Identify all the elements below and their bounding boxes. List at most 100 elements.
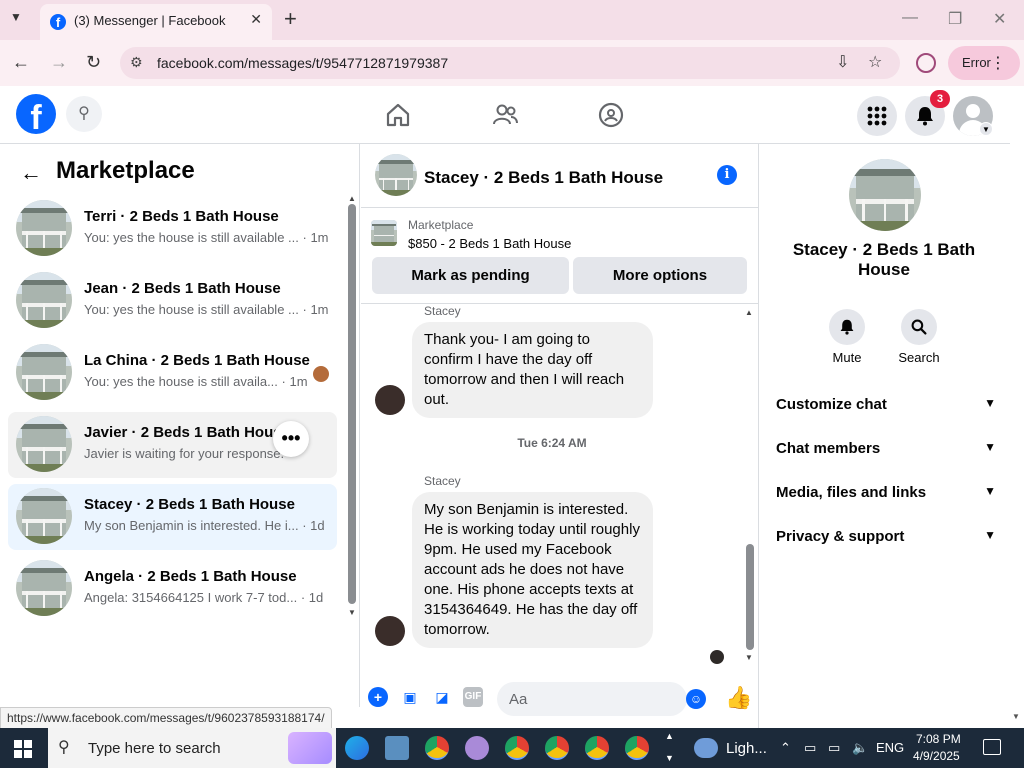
- chat-scroll-up-icon[interactable]: ▲: [745, 308, 753, 317]
- file-explorer-icon[interactable]: [385, 736, 409, 760]
- taskbar-scroll-up-icon[interactable]: ▲: [665, 731, 674, 741]
- minimize-icon[interactable]: —: [902, 9, 918, 27]
- menu-grid-icon[interactable]: [857, 96, 897, 136]
- groups-icon[interactable]: [598, 102, 624, 128]
- house-thumbnail: [16, 200, 72, 256]
- conversation-item[interactable]: Jean · 2 Beds 1 Bath House You: yes the …: [8, 268, 337, 334]
- chat-panel: Stacey · 2 Beds 1 Bath House i Marketpla…: [361, 144, 759, 728]
- new-tab-icon[interactable]: +: [284, 6, 297, 32]
- restore-icon[interactable]: ❐: [948, 9, 962, 29]
- chrome-icon[interactable]: [425, 736, 449, 760]
- error-profile-button[interactable]: Error ⋮: [948, 46, 1020, 80]
- taskbar-scroll-down-icon[interactable]: ▼: [665, 753, 674, 763]
- chat-scrollbar[interactable]: [746, 544, 754, 650]
- chat-scroll-down-icon[interactable]: ▼: [745, 653, 753, 662]
- taskbar-search-box[interactable]: ⚲ Type here to search: [48, 728, 336, 768]
- scroll-down-icon[interactable]: ▼: [348, 608, 356, 617]
- chat-title[interactable]: Stacey · 2 Beds 1 Bath House: [424, 168, 663, 188]
- chrome-profile-icon[interactable]: [585, 736, 609, 760]
- conversation-name: Javier · 2 Beds 1 Bath House: [84, 424, 290, 441]
- info-icon[interactable]: i: [717, 165, 737, 185]
- emoji-icon[interactable]: ☺: [686, 689, 706, 709]
- tab-search-dropdown-icon[interactable]: ▼: [10, 10, 22, 24]
- conversation-list-scrollbar[interactable]: [348, 204, 356, 604]
- sender-avatar[interactable]: [375, 385, 405, 415]
- clock-time[interactable]: 7:08 PM: [916, 732, 961, 746]
- mute-action[interactable]: Mute: [817, 309, 877, 365]
- chat-members-section[interactable]: Chat members ▼: [776, 440, 996, 470]
- chrome-profile-icon[interactable]: [545, 736, 569, 760]
- page-scroll-down-icon[interactable]: ▼: [1012, 712, 1020, 721]
- site-info-icon[interactable]: ⚙: [130, 54, 143, 71]
- chat-house-avatar[interactable]: [375, 154, 417, 196]
- show-hidden-icons-icon[interactable]: ⌃: [780, 740, 791, 756]
- edge-browser-icon[interactable]: [345, 736, 369, 760]
- notification-center-icon[interactable]: [983, 739, 1001, 755]
- network-icon[interactable]: ▭: [828, 740, 840, 756]
- listing-thumbnail[interactable]: [371, 220, 397, 246]
- language-indicator[interactable]: ENG: [876, 740, 904, 755]
- meet-now-icon[interactable]: ▭: [804, 740, 816, 756]
- search-icon[interactable]: [901, 309, 937, 345]
- profile-icon[interactable]: [916, 53, 936, 73]
- message-bubble[interactable]: Thank you- I am going to confirm I have …: [412, 322, 653, 418]
- conversation-snippet: Angela: 3154664125 I work 7-7 tod... · 1…: [84, 590, 324, 605]
- chrome-profile-icon[interactable]: [505, 736, 529, 760]
- back-arrow-icon[interactable]: ←: [20, 160, 42, 186]
- profile-house-avatar[interactable]: [849, 159, 921, 231]
- mark-as-pending-button[interactable]: Mark as pending: [372, 257, 569, 294]
- add-actions-icon[interactable]: +: [368, 687, 388, 707]
- browser-menu-icon[interactable]: ⋮: [990, 53, 1006, 73]
- browser-tab[interactable]: f (3) Messenger | Facebook ✕: [40, 4, 272, 40]
- customize-chat-section[interactable]: Customize chat ▼: [776, 396, 996, 426]
- conversation-item[interactable]: Stacey · 2 Beds 1 Bath House My son Benj…: [8, 484, 337, 550]
- mute-bell-icon[interactable]: [829, 309, 865, 345]
- conversation-item[interactable]: Angela · 2 Beds 1 Bath House Angela: 315…: [8, 556, 337, 622]
- reload-icon[interactable]: ↻: [86, 52, 101, 73]
- conversation-item[interactable]: Javier · 2 Beds 1 Bath House Javier is w…: [8, 412, 337, 478]
- taskbar-search-icon: ⚲: [58, 739, 70, 756]
- scroll-up-icon[interactable]: ▲: [348, 194, 356, 203]
- sender-avatar[interactable]: [375, 616, 405, 646]
- volume-icon[interactable]: 🔈: [852, 740, 868, 756]
- conversation-item[interactable]: La China · 2 Beds 1 Bath House You: yes …: [8, 340, 337, 406]
- photo-icon[interactable]: ▣: [400, 687, 420, 707]
- chrome-profile-icon[interactable]: [625, 736, 649, 760]
- windows-start-icon[interactable]: [14, 740, 32, 758]
- chat-header: Stacey · 2 Beds 1 Bath House i: [361, 144, 759, 208]
- tab-close-icon[interactable]: ✕: [250, 11, 262, 28]
- weather-icon[interactable]: [694, 738, 718, 758]
- url-text[interactable]: facebook.com/messages/t/9547712871979387: [157, 55, 448, 71]
- weather-text[interactable]: Ligh...: [726, 740, 767, 757]
- search-highlight-image[interactable]: [288, 732, 332, 764]
- bookmark-star-icon[interactable]: ☆: [868, 52, 882, 72]
- sticker-icon[interactable]: ◪: [432, 687, 452, 707]
- conversation-name: Terri · 2 Beds 1 Bath House: [84, 208, 279, 225]
- app-icon[interactable]: [465, 736, 489, 760]
- gif-icon[interactable]: GIF: [463, 687, 483, 707]
- window-close-icon[interactable]: ✕: [993, 9, 1006, 29]
- chevron-down-icon: ▼: [984, 440, 996, 454]
- message-bubble[interactable]: My son Benjamin is interested. He is wor…: [412, 492, 653, 648]
- back-icon[interactable]: ←: [12, 52, 30, 73]
- address-bar[interactable]: ⚙ facebook.com/messages/t/95477128719793…: [120, 47, 900, 79]
- conversation-name: Stacey · 2 Beds 1 Bath House: [84, 496, 295, 513]
- message-input[interactable]: Aa: [497, 682, 687, 716]
- facebook-logo-icon[interactable]: f: [16, 94, 56, 137]
- panel-title: Marketplace: [56, 157, 195, 184]
- home-icon[interactable]: [385, 102, 411, 128]
- install-app-icon[interactable]: ⇩: [836, 52, 849, 72]
- more-options-icon[interactable]: •••: [273, 421, 309, 457]
- account-chevron-down-icon[interactable]: ▼: [979, 122, 993, 136]
- conversation-item[interactable]: Terri · 2 Beds 1 Bath House You: yes the…: [8, 196, 337, 262]
- media-files-links-section[interactable]: Media, files and links ▼: [776, 484, 996, 514]
- privacy-support-section[interactable]: Privacy & support ▼: [776, 528, 996, 558]
- clock-date[interactable]: 4/9/2025: [913, 749, 960, 763]
- forward-icon[interactable]: →: [50, 52, 68, 73]
- search-action[interactable]: Search: [889, 309, 949, 365]
- facebook-search-icon[interactable]: ⚲: [66, 96, 102, 132]
- more-options-button[interactable]: More options: [573, 257, 747, 294]
- thumbs-up-icon[interactable]: 👍: [725, 685, 752, 711]
- friends-icon[interactable]: [492, 102, 518, 128]
- listing-price[interactable]: $850 - 2 Beds 1 Bath House: [408, 236, 571, 251]
